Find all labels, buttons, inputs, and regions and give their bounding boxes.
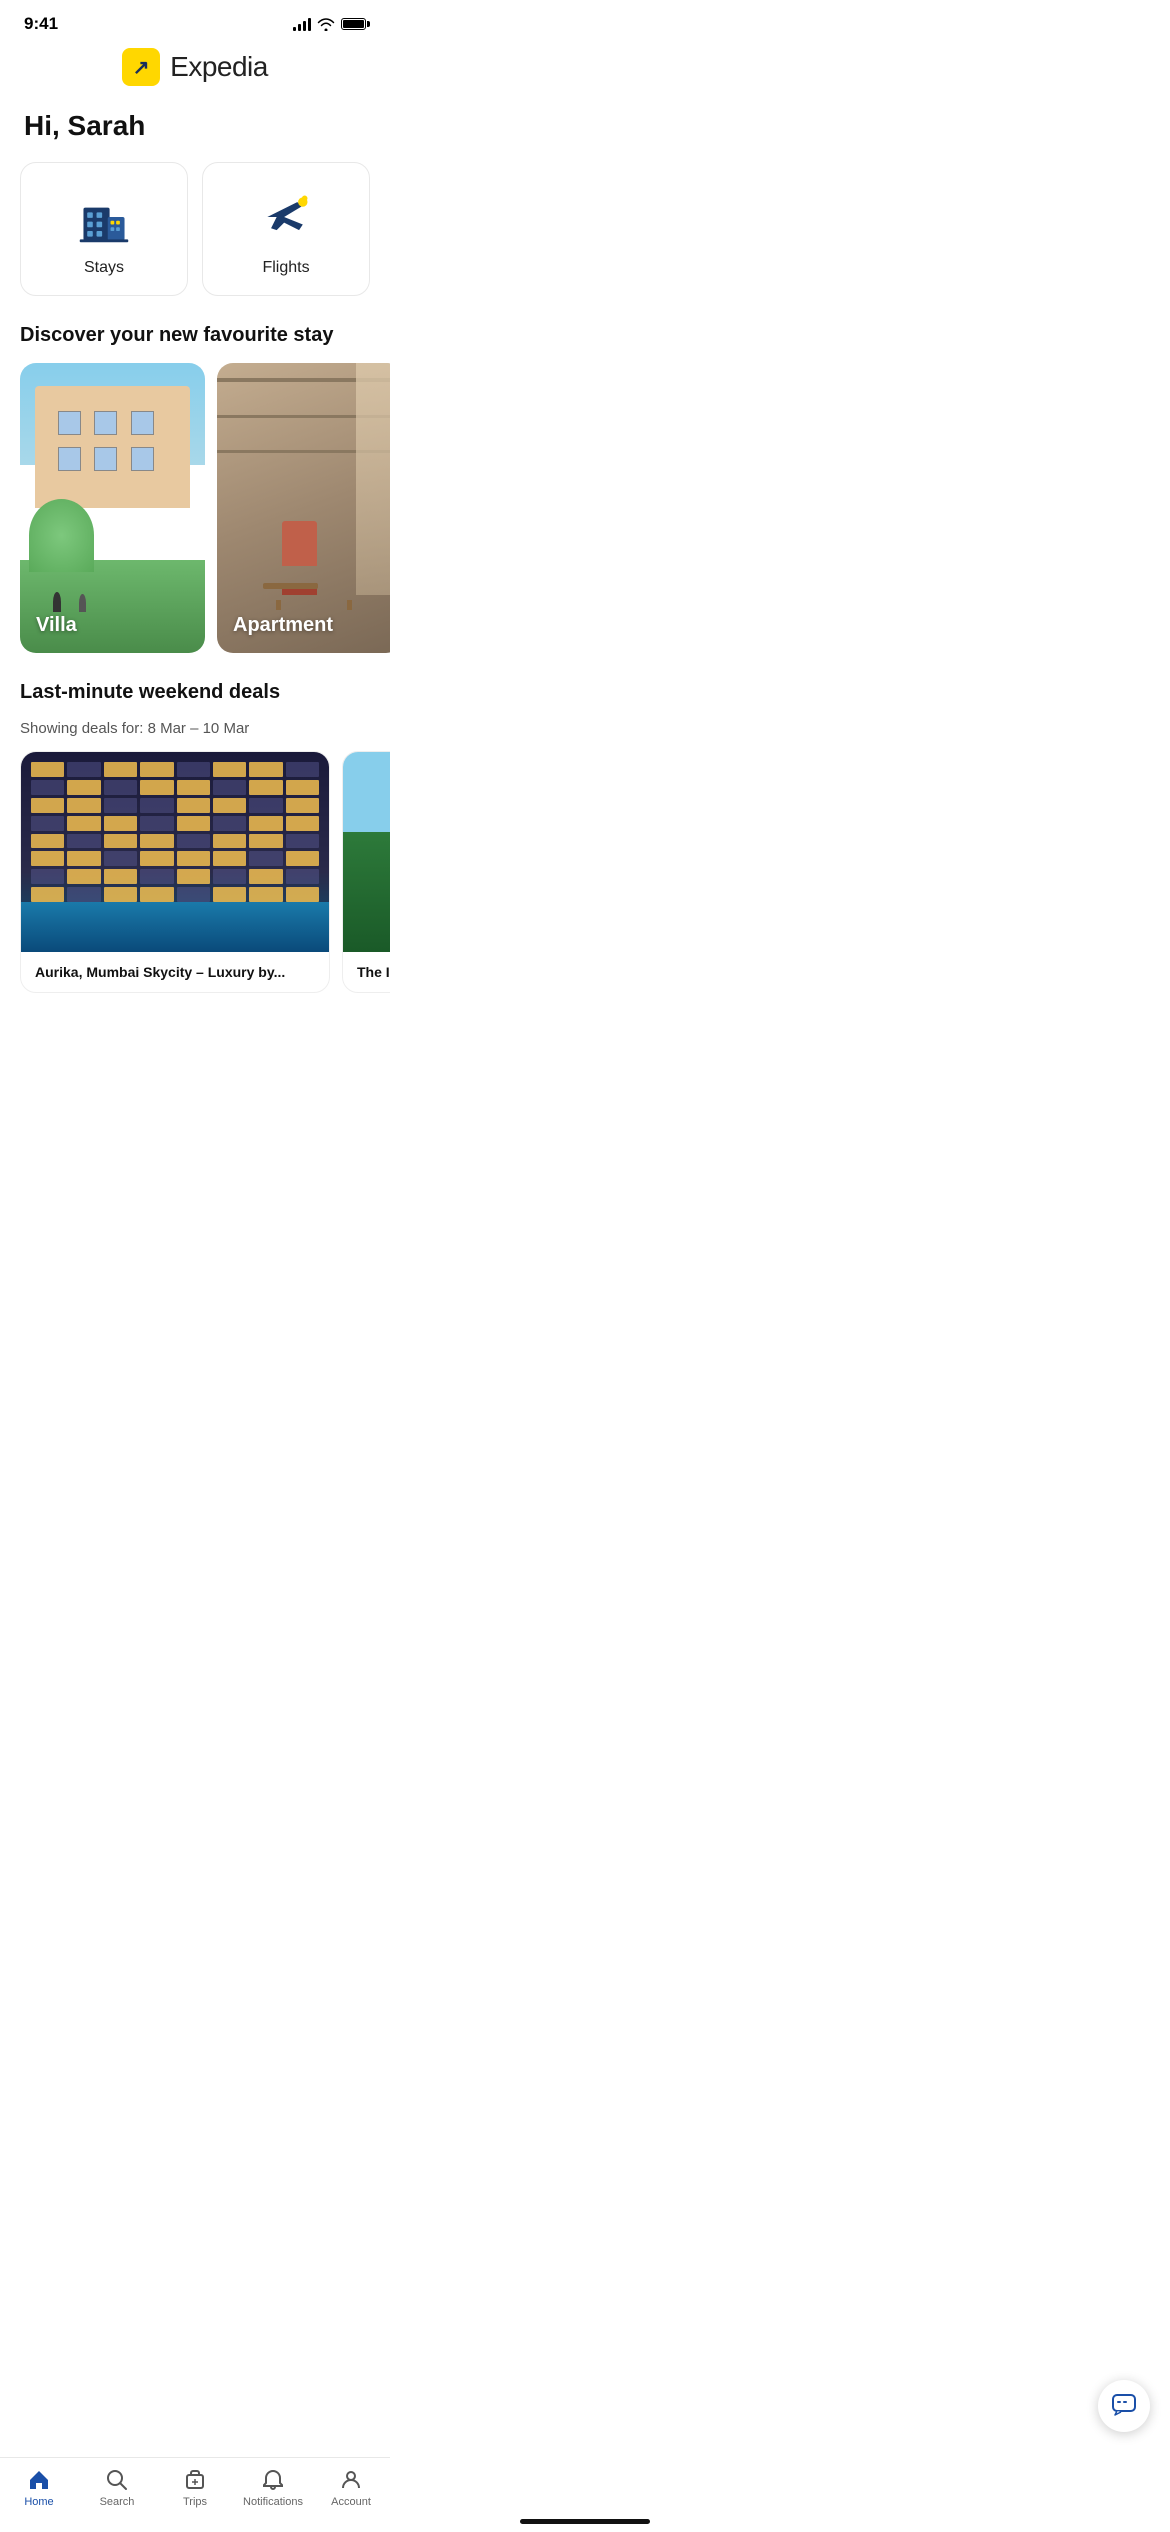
apartment-label: Apartment [233,614,333,637]
discover-section-title: Discover your new favourite stay [0,324,390,363]
property-card-villa[interactable]: Villa [20,363,205,653]
notifications-icon [261,2468,285,2492]
quick-actions: Stays Flights [0,162,390,324]
home-indicator [520,2519,650,2524]
nav-notifications-label: Notifications [243,2496,303,2508]
nav-home-label: Home [24,2496,53,2508]
battery-icon [341,18,366,30]
property-card-apartment[interactable]: Apartment [217,363,390,653]
nav-trips[interactable]: Trips [156,2468,234,2508]
stays-button[interactable]: Stays [20,162,188,296]
stays-label: Stays [84,259,124,277]
search-icon [105,2468,129,2492]
deals-section-title: Last-minute weekend deals [0,681,390,720]
nav-home[interactable]: Home [0,2468,78,2508]
nav-account-label: Account [331,2496,371,2508]
account-icon [339,2468,363,2492]
flights-label: Flights [262,259,309,277]
nav-account[interactable]: Account [312,2468,390,2508]
stays-icon [74,187,134,247]
status-bar: 9:41 [0,0,390,40]
flights-icon [256,187,316,247]
deal-card-2[interactable]: The Imr... [342,751,390,993]
chat-button[interactable] [1098,2380,1150,2432]
wifi-icon [317,18,335,31]
deal-card-image-1 [21,752,329,952]
signal-icon [293,18,311,31]
flights-button[interactable]: Flights [202,162,370,296]
status-icons [293,18,366,31]
deal-card-image-2 [343,752,390,952]
greeting-text: Hi, Sarah [0,102,390,162]
deal-name-1: Aurika, Mumbai Skycity – Luxury by... [35,964,315,980]
bottom-navigation: Home Search Trips Notifica [0,2457,390,2532]
property-type-scroll: Villa Apartment House [0,363,390,681]
deal-name-2: The Imr... [357,964,390,980]
app-logo [122,48,160,86]
deal-card-body-1: Aurika, Mumbai Skycity – Luxury by... [21,952,329,992]
villa-label: Villa [36,614,77,637]
nav-search-label: Search [100,2496,135,2508]
trips-icon [183,2468,207,2492]
home-icon [27,2468,51,2492]
deals-scroll: Aurika, Mumbai Skycity – Luxury by... Th… [0,751,390,1093]
deal-card-1[interactable]: Aurika, Mumbai Skycity – Luxury by... [20,751,330,993]
status-time: 9:41 [24,14,58,34]
nav-trips-label: Trips [183,2496,207,2508]
nav-notifications[interactable]: Notifications [234,2468,312,2508]
app-title: Expedia [170,51,268,83]
deals-subtitle: Showing deals for: 8 Mar – 10 Mar [0,720,390,751]
app-header: Expedia [0,40,390,102]
nav-search[interactable]: Search [78,2468,156,2508]
deal-card-body-2: The Imr... [343,952,390,992]
chat-icon [1111,2393,1137,2419]
